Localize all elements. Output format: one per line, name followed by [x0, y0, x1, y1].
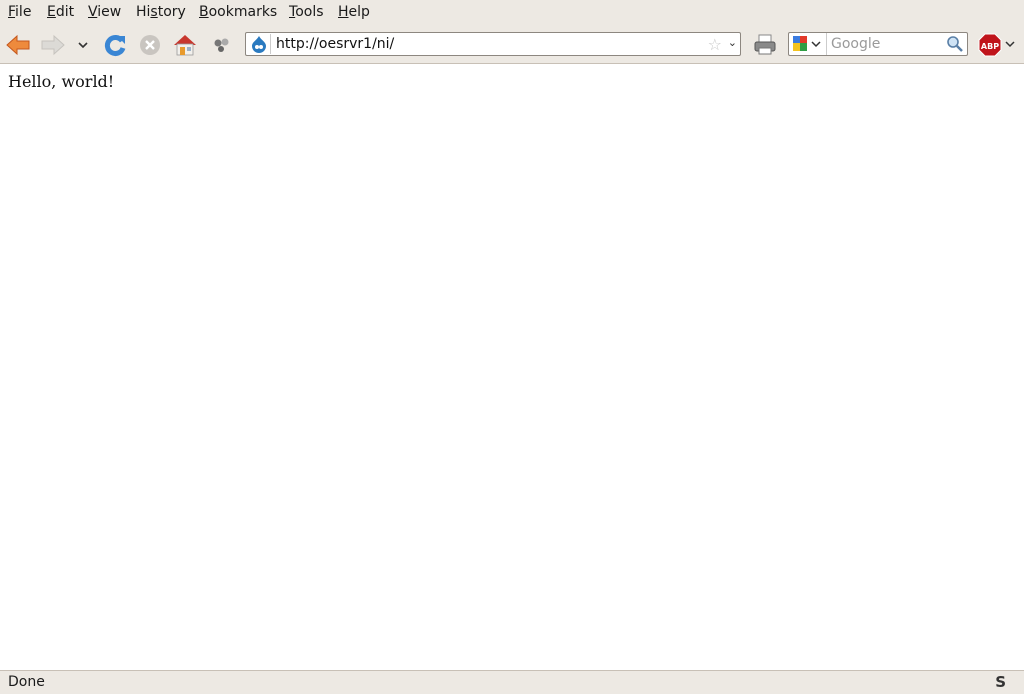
stop-icon	[140, 35, 160, 55]
reload-button[interactable]	[102, 32, 128, 58]
site-favicon[interactable]	[248, 34, 271, 54]
status-addon-icon[interactable]: S	[995, 673, 1006, 691]
forward-icon	[41, 34, 65, 56]
url-input[interactable]: http://oesrvr1/ni/	[276, 36, 394, 52]
navigation-toolbar: http://oesrvr1/ni/ ☆ ⌄ Google ABP	[0, 24, 1024, 64]
search-engine-selector[interactable]	[789, 33, 827, 55]
back-icon	[6, 34, 30, 56]
back-button[interactable]	[5, 32, 31, 58]
status-text: Done	[8, 674, 45, 690]
home-icon	[174, 35, 196, 56]
reload-icon	[104, 35, 126, 56]
status-bar: Done S	[0, 670, 1024, 694]
print-button[interactable]	[752, 32, 778, 58]
url-dropdown-icon[interactable]: ⌄	[728, 36, 737, 49]
forward-button[interactable]	[40, 32, 66, 58]
bookmark-star-icon[interactable]: ☆	[708, 35, 722, 54]
extension-button[interactable]	[208, 32, 234, 58]
page-text: Hello, world!	[8, 72, 115, 91]
adblock-button[interactable]: ABP	[978, 32, 1018, 58]
menu-file[interactable]: File	[8, 4, 31, 20]
menu-history[interactable]: History	[136, 4, 186, 20]
home-button[interactable]	[172, 32, 198, 58]
menu-bar: File Edit View History Bookmarks Tools H…	[0, 0, 1024, 24]
adblock-label: ABP	[981, 42, 999, 51]
search-icon[interactable]	[946, 35, 964, 53]
search-bar[interactable]: Google	[788, 32, 968, 56]
stop-button[interactable]	[137, 32, 163, 58]
print-icon	[754, 34, 776, 55]
history-dropdown-icon	[78, 42, 88, 49]
page-content: Hello, world!	[0, 64, 1024, 670]
extension-icon	[214, 38, 229, 52]
drupal-favicon-icon	[252, 36, 266, 53]
adblock-icon: ABP	[978, 33, 1015, 57]
menu-help[interactable]: Help	[338, 4, 370, 20]
menu-tools[interactable]: Tools	[289, 4, 324, 20]
url-bar[interactable]: http://oesrvr1/ni/ ☆ ⌄	[245, 32, 741, 56]
history-dropdown-button[interactable]	[72, 32, 94, 58]
menu-view[interactable]: View	[88, 4, 121, 20]
menu-edit[interactable]: Edit	[47, 4, 74, 20]
google-engine-icon	[793, 36, 821, 51]
menu-bookmarks[interactable]: Bookmarks	[199, 4, 277, 20]
search-input[interactable]: Google	[831, 36, 880, 52]
